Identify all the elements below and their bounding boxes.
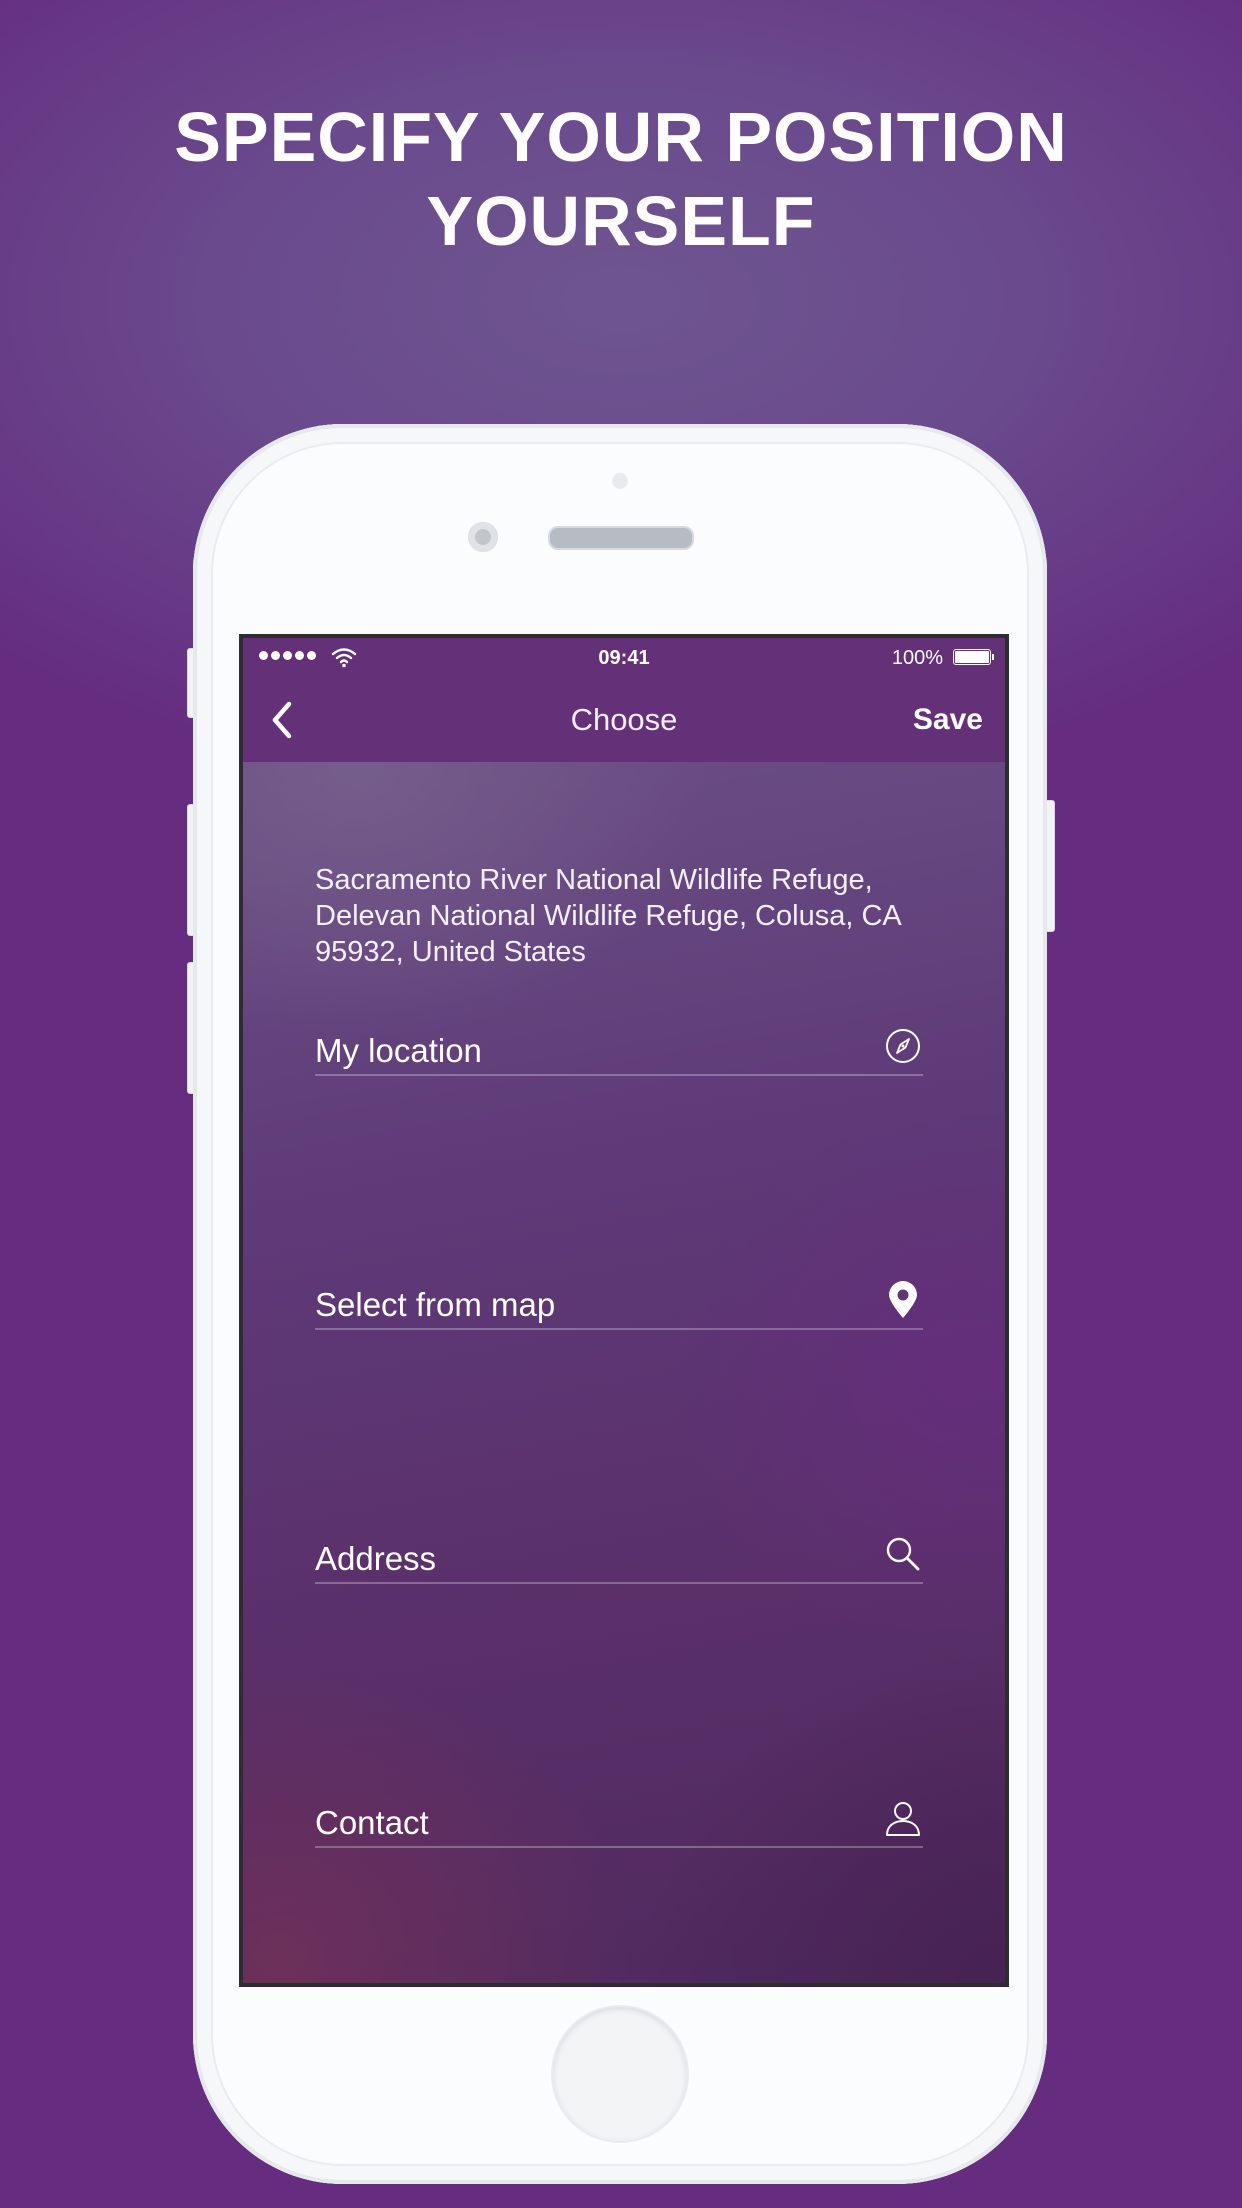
battery-icon [953,649,994,665]
status-bar: 09:41 100% [243,638,1005,678]
map-pin-icon[interactable] [883,1280,923,1320]
option-label: Address [315,1540,437,1577]
option-label: Select from map [315,1286,556,1323]
headline-line-2: YOURSELF [426,182,816,260]
earpiece-speaker [548,526,694,550]
option-label: Contact [315,1804,429,1841]
compass-icon[interactable] [883,1026,923,1066]
navigation-bar: Choose Save [243,678,1005,762]
select-from-map-option[interactable]: Select from map [315,1272,923,1330]
battery-percentage: 100% [891,647,943,669]
current-address: Sacramento River National Wildlife Refug… [315,864,901,968]
app-screen: 09:41 100% Choose Save Sacramento River … [239,634,1009,1987]
page-title: Choose [570,702,678,737]
person-icon[interactable] [883,1798,923,1838]
my-location-option[interactable]: My location [315,1018,923,1076]
save-button[interactable]: Save [913,698,983,742]
search-icon[interactable] [883,1534,923,1574]
address-option[interactable]: Address [315,1526,923,1584]
headline: SPECIFY YOUR POSITION YOURSELF [0,95,1242,263]
option-label: My location [315,1032,482,1069]
home-button[interactable] [553,2007,687,2141]
contact-option[interactable]: Contact [315,1790,923,1848]
proximity-sensor [612,473,628,489]
status-time: 09:41 [598,647,650,669]
headline-line-1: SPECIFY YOUR POSITION [174,98,1068,176]
front-camera [468,522,498,552]
